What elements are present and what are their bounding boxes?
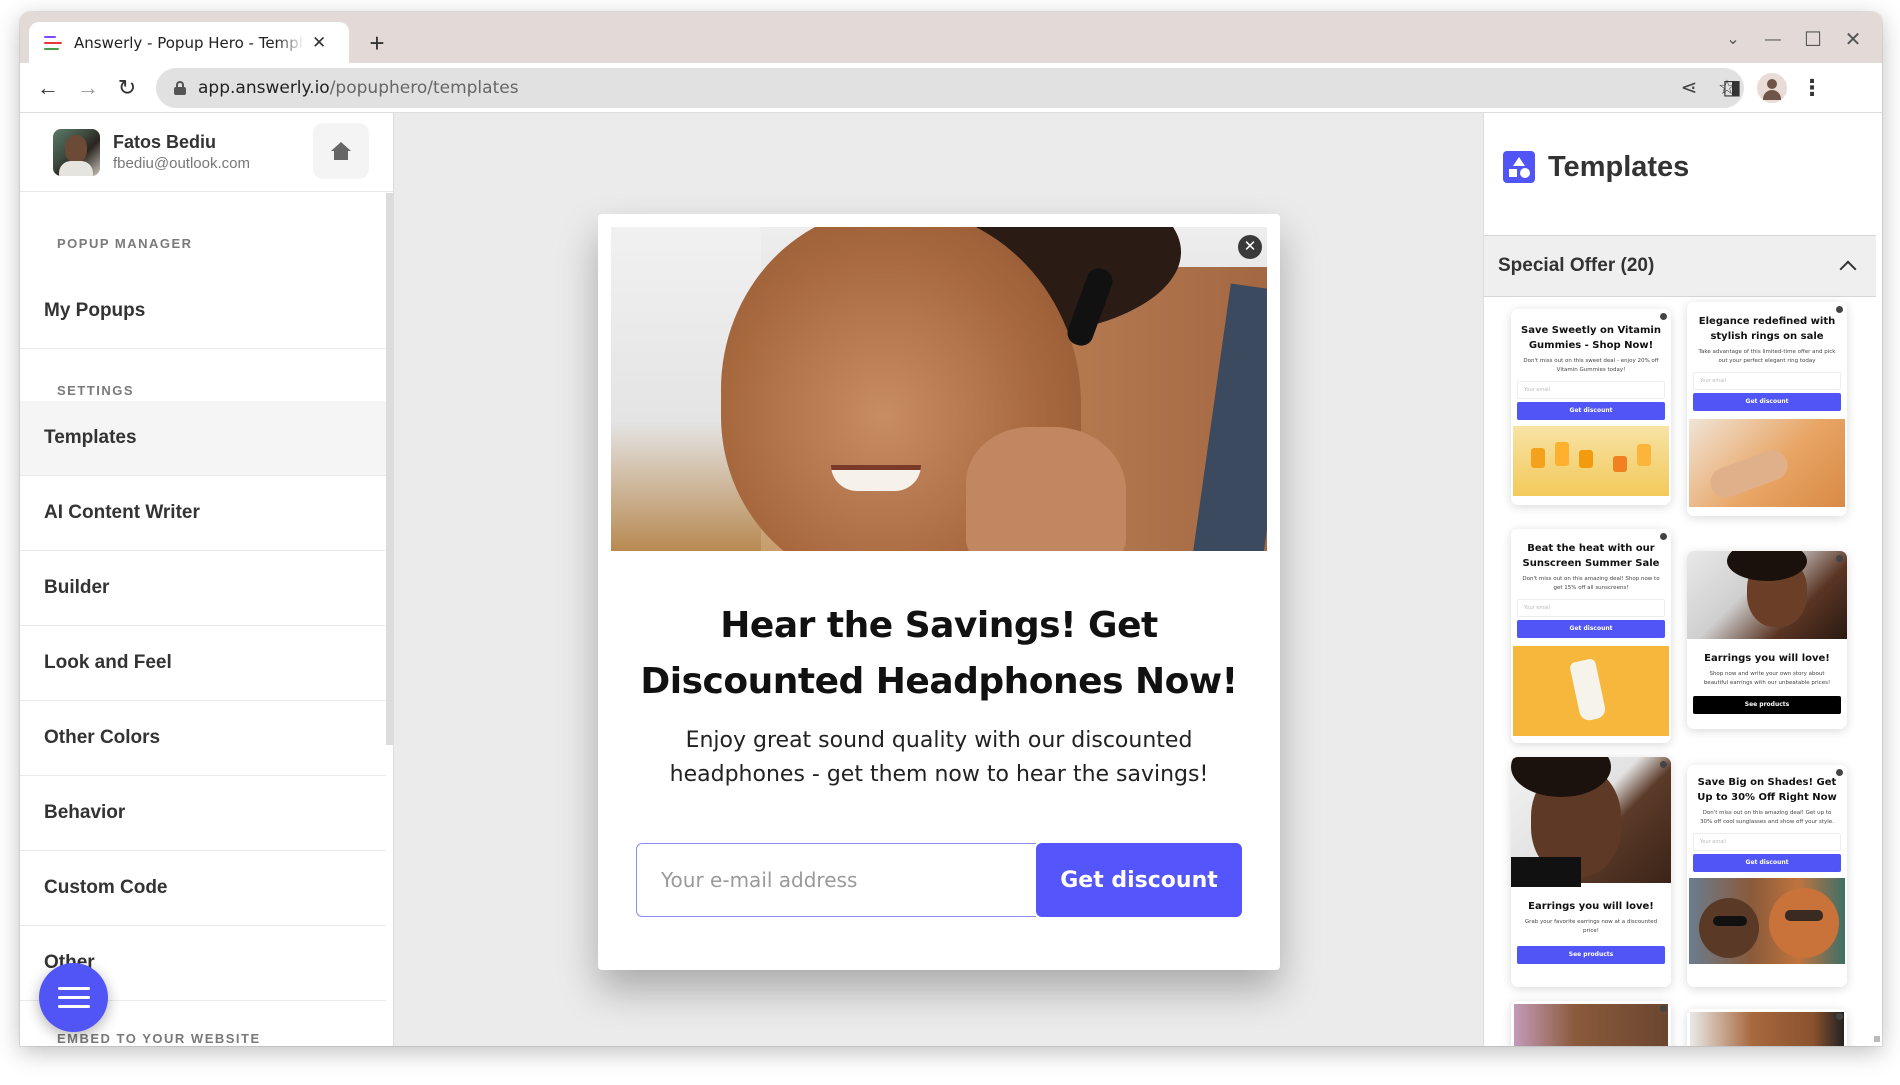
card-close-icon bbox=[1660, 533, 1667, 540]
earrings-portrait-image bbox=[1511, 757, 1671, 887]
user-avatar bbox=[53, 128, 100, 176]
url-text: app.answerly.io/popuphero/templates bbox=[198, 78, 519, 98]
sidebar-item-ai-content-writer[interactable]: AI Content Writer bbox=[20, 476, 386, 551]
sidebar-item-look-and-feel[interactable]: Look and Feel bbox=[20, 626, 386, 701]
card-close-icon bbox=[1660, 761, 1667, 768]
home-icon bbox=[331, 142, 351, 160]
tab-search-icon[interactable]: ⌄ bbox=[1718, 26, 1748, 54]
popup-subtitle: Enjoy great sound quality with our disco… bbox=[669, 728, 1209, 787]
browser-menu-icon[interactable]: ⋮ bbox=[1797, 73, 1827, 103]
back-icon[interactable]: ← bbox=[33, 73, 63, 103]
browser-tab[interactable]: Answerly - Popup Hero - Templates ✕ bbox=[29, 22, 349, 63]
home-button[interactable] bbox=[313, 123, 369, 179]
sidebar-item-builder[interactable]: Builder bbox=[20, 551, 386, 626]
email-form: Get discount bbox=[636, 843, 1242, 917]
sunglasses-image bbox=[1689, 878, 1845, 964]
window-close-icon[interactable]: ✕ bbox=[1838, 26, 1868, 54]
new-tab-button[interactable]: + bbox=[360, 26, 394, 60]
template-card-earrings-portrait[interactable]: Earrings you will love! Grab your favori… bbox=[1511, 757, 1671, 987]
hamburger-icon bbox=[57, 987, 90, 990]
template-card-earrings-dark[interactable]: Earrings you will love! Shop now and wri… bbox=[1687, 551, 1847, 729]
user-name: Fatos Bediu bbox=[113, 132, 217, 152]
template-card-sunscreen[interactable]: Beat the heat with our Sunscreen Summer … bbox=[1511, 529, 1671, 743]
answerly-favicon-icon bbox=[44, 35, 62, 50]
minimize-icon[interactable]: — bbox=[1758, 26, 1788, 54]
template-card-sunglasses[interactable]: Save Big on Shades! Get Up to 30% Off Ri… bbox=[1687, 765, 1847, 987]
browser-window: Answerly - Popup Hero - Templates ✕ + ⌄ … bbox=[20, 12, 1882, 1046]
template-card-partial-1[interactable] bbox=[1511, 1001, 1671, 1046]
section-popup-manager: POPUP MANAGER bbox=[57, 236, 193, 251]
panel-scroll-down-button[interactable] bbox=[1874, 1036, 1880, 1042]
address-bar[interactable]: app.answerly.io/popuphero/templates ⋖ ☆ bbox=[156, 68, 1744, 108]
templates-header: Templates bbox=[1484, 113, 1882, 235]
user-info: Fatos Bediu fbediu@outlook.com bbox=[113, 132, 250, 172]
get-discount-button[interactable]: Get discount bbox=[1036, 843, 1242, 917]
sidebar-item-behavior[interactable]: Behavior bbox=[20, 776, 386, 851]
profile-avatar-icon[interactable] bbox=[1757, 73, 1787, 103]
card-close-icon bbox=[1660, 313, 1667, 320]
share-icon[interactable]: ⋖ bbox=[1676, 75, 1702, 101]
sidebar-item-my-popups[interactable]: My Popups bbox=[20, 274, 386, 349]
popup-preview: ✕ Hear the Savings! Get Discounted Headp… bbox=[598, 214, 1280, 970]
sunscreen-image bbox=[1513, 646, 1669, 736]
tab-title: Answerly - Popup Hero - Templates bbox=[74, 33, 304, 52]
template-card-rings[interactable]: Elegance redefined with stylish rings on… bbox=[1687, 302, 1847, 516]
tab-strip: Answerly - Popup Hero - Templates ✕ + ⌄ … bbox=[20, 12, 1882, 63]
sidebar-item-custom-code[interactable]: Custom Code bbox=[20, 851, 386, 926]
sidebar-item-templates[interactable]: Templates bbox=[20, 401, 386, 476]
popup-title: Hear the Savings! Get Discounted Headpho… bbox=[640, 605, 1238, 702]
user-email: fbediu@outlook.com bbox=[113, 155, 250, 172]
rings-image bbox=[1689, 419, 1845, 507]
special-offer-label: Special Offer (20) bbox=[1498, 255, 1655, 276]
section-settings: SETTINGS bbox=[57, 383, 135, 398]
sidebar-item-other-colors[interactable]: Other Colors bbox=[20, 701, 386, 776]
template-card-partial-2[interactable] bbox=[1687, 1009, 1847, 1046]
card-close-icon bbox=[1660, 1005, 1667, 1012]
sidebar: Fatos Bediu fbediu@outlook.com POPUP MAN… bbox=[20, 113, 394, 1046]
reload-icon[interactable]: ↻ bbox=[112, 73, 142, 103]
card-close-icon bbox=[1836, 769, 1843, 776]
earrings-model-image bbox=[1687, 551, 1847, 639]
sidebar-menu: POPUP MANAGER My Popups SETTINGS Templat… bbox=[20, 193, 386, 1046]
tab-close-icon[interactable]: ✕ bbox=[312, 33, 326, 53]
maximize-icon[interactable]: ☐ bbox=[1798, 26, 1828, 54]
chevron-up-icon[interactable] bbox=[1839, 260, 1857, 278]
forward-icon[interactable]: → bbox=[73, 73, 103, 103]
app-area: Fatos Bediu fbediu@outlook.com POPUP MAN… bbox=[20, 113, 1882, 1046]
email-input[interactable] bbox=[636, 843, 1036, 917]
templates-shapes-icon bbox=[1503, 151, 1535, 183]
sidebar-scrollbar[interactable] bbox=[386, 193, 393, 745]
lock-icon bbox=[174, 81, 186, 95]
user-header: Fatos Bediu fbediu@outlook.com bbox=[20, 113, 393, 192]
template-card-vitamins[interactable]: Save Sweetly on Vitamin Gummies - Shop N… bbox=[1511, 309, 1671, 505]
special-offer-accordion[interactable]: Special Offer (20) bbox=[1484, 235, 1876, 297]
vitamins-image bbox=[1513, 426, 1669, 496]
popup-close-icon[interactable]: ✕ bbox=[1238, 235, 1262, 259]
card-close-icon bbox=[1836, 1013, 1843, 1020]
side-panel-icon[interactable]: ◨ bbox=[1717, 73, 1747, 103]
card-close-icon bbox=[1836, 306, 1843, 313]
templates-title: Templates bbox=[1548, 150, 1690, 183]
hero-image bbox=[611, 227, 1267, 551]
card-close-icon bbox=[1836, 555, 1843, 562]
browser-toolbar: ← → ↻ app.answerly.io/popuphero/template… bbox=[20, 63, 1882, 113]
templates-panel: Templates Special Offer (20) Save Sweetl… bbox=[1483, 113, 1882, 1046]
preview-canvas: ✕ Hear the Savings! Get Discounted Headp… bbox=[395, 113, 1483, 1046]
menu-fab-button[interactable] bbox=[39, 963, 108, 1032]
